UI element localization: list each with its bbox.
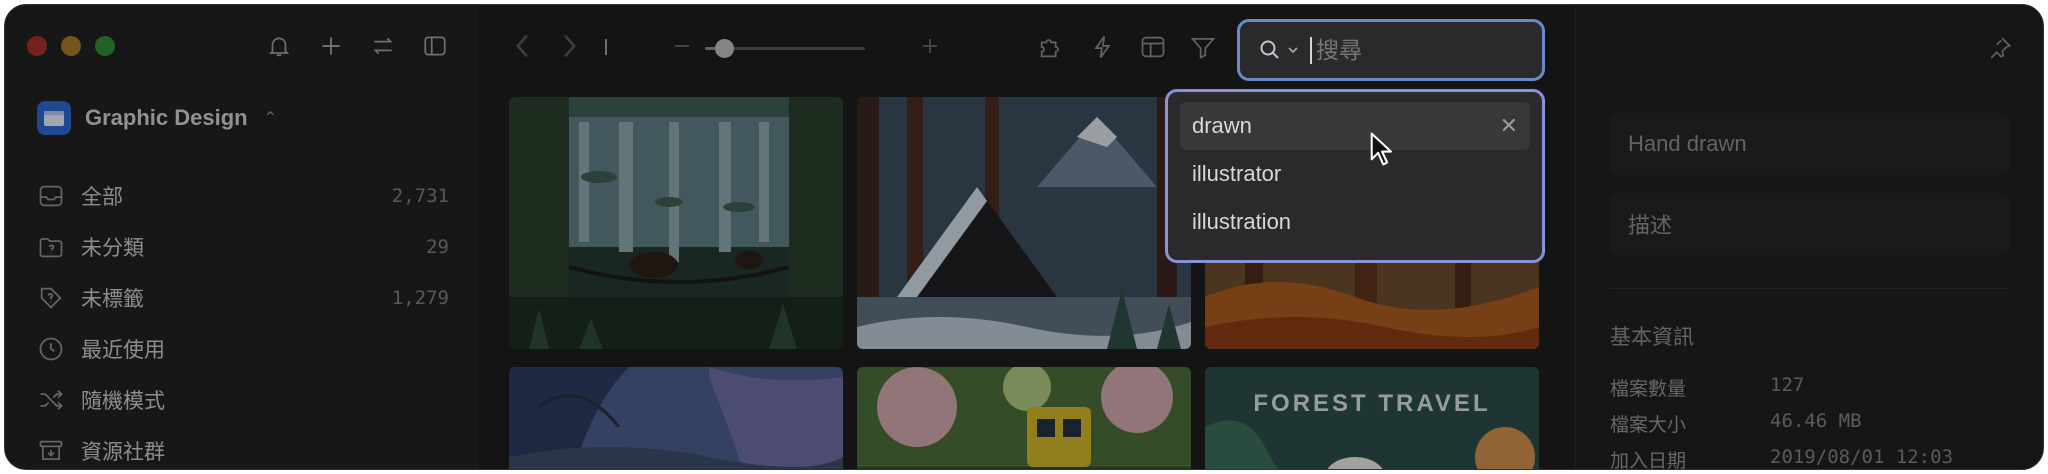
sidebar: Graphic Design ⌃ 全部 2,731 未分類 29 未標籤 1,2… [5, 5, 477, 469]
thumbnail-forest-travel[interactable]: FOREST TRAVEL [1205, 367, 1539, 469]
inspector-divider [1610, 288, 2010, 289]
close-icon[interactable]: ✕ [1500, 113, 1518, 139]
archive-download-icon [37, 437, 69, 465]
thumbnail-waterfall[interactable] [509, 97, 843, 349]
tray-icon [37, 182, 69, 210]
zoom-in-icon[interactable] [921, 37, 939, 55]
info-value: 46.46 MB [1770, 410, 1862, 432]
back-arrow-icon[interactable] [513, 33, 533, 59]
info-key: 加入日期 [1610, 451, 1687, 470]
info-value: 127 [1770, 374, 1805, 396]
filter-icon[interactable] [1189, 33, 1217, 61]
sidebar-item-community[interactable]: 資源社群 [37, 425, 449, 469]
info-key: 檔案大小 [1610, 415, 1687, 436]
chevron-down-icon[interactable] [1286, 43, 1300, 57]
search-suggestions: drawn ✕ illustrator illustration [1165, 89, 1545, 263]
bolt-icon[interactable] [1089, 33, 1117, 61]
layout-icon[interactable] [1139, 33, 1167, 61]
sidebar-item-all[interactable]: 全部 2,731 [37, 170, 449, 221]
library-name: Graphic Design [85, 105, 248, 130]
search-input[interactable] [1310, 36, 1510, 64]
clock-icon [37, 335, 69, 363]
puzzle-icon[interactable] [1037, 33, 1065, 61]
app-window: Graphic Design ⌃ 全部 2,731 未分類 29 未標籤 1,2… [4, 4, 2044, 470]
info-row-file-size: 檔案大小 46.46 MB [1610, 410, 1862, 437]
minimize-window-button[interactable] [61, 36, 81, 56]
library-switcher[interactable]: Graphic Design ⌃ [37, 101, 277, 135]
name-field[interactable]: Hand drawn [1610, 113, 2010, 175]
pin-icon[interactable] [1987, 35, 2013, 66]
sidebar-item-label: 資源社群 [81, 440, 165, 464]
close-window-button[interactable] [27, 36, 47, 56]
mouse-pointer-icon [1369, 131, 1395, 172]
suggestion-item[interactable]: drawn ✕ [1180, 102, 1530, 150]
sidebar-item-random[interactable]: 隨機模式 [37, 374, 449, 425]
info-key: 檔案數量 [1610, 379, 1687, 400]
folder-question-icon [37, 233, 69, 261]
sidebar-item-label: 全部 [81, 185, 123, 209]
suggestion-label: illustration [1192, 209, 1292, 234]
plus-icon[interactable] [318, 33, 344, 59]
bell-icon[interactable] [266, 33, 292, 59]
info-row-date-added: 加入日期 2019/08/01 12:03 [1610, 446, 1954, 470]
suggestion-label: illustrator [1192, 161, 1282, 186]
suggestion-label: drawn [1192, 113, 1252, 138]
info-row-file-count: 檔案數量 127 [1610, 374, 1804, 401]
thumbnail-caption: FOREST TRAVEL [1253, 390, 1490, 417]
search-icon[interactable] [1258, 38, 1282, 62]
zoom-slider[interactable] [705, 39, 865, 58]
sidebar-item-count: 2,731 [391, 184, 449, 207]
library-icon [37, 101, 71, 135]
path-divider-icon [605, 39, 609, 55]
tag-question-icon [37, 284, 69, 312]
thumbnail-blossom-train[interactable] [857, 367, 1191, 469]
sidebar-item-count: 1,279 [391, 286, 449, 309]
zoom-out-icon[interactable] [673, 37, 691, 55]
sidebar-toggle-icon[interactable] [422, 33, 448, 59]
sidebar-toolbar [266, 33, 448, 59]
search-box[interactable] [1237, 19, 1545, 81]
suggestion-item[interactable]: illustration [1180, 198, 1530, 246]
suggestion-item[interactable]: illustrator [1180, 150, 1530, 198]
description-field[interactable]: 描述 [1610, 193, 2010, 255]
inspector-panel: Hand drawn 描述 基本資訊 檔案數量 127 檔案大小 46.46 M… [1575, 5, 2043, 470]
forward-arrow-icon[interactable] [559, 33, 579, 59]
shuffle-icon [37, 386, 69, 414]
window-controls [27, 36, 115, 56]
sidebar-item-label: 隨機模式 [81, 389, 165, 413]
swap-icon[interactable] [370, 33, 396, 59]
sidebar-item-label: 最近使用 [81, 338, 165, 362]
thumbnail-blue-landscape[interactable] [509, 367, 843, 469]
sidebar-item-label: 未分類 [81, 236, 144, 260]
info-value: 2019/08/01 12:03 [1770, 446, 1954, 468]
sidebar-nav: 全部 2,731 未分類 29 未標籤 1,279 最近使用 隨機模式 資源社群 [37, 170, 449, 469]
zoom-slider-handle[interactable] [715, 39, 735, 58]
thumbnail-snow-cabin[interactable] [857, 97, 1191, 349]
zoom-window-button[interactable] [95, 36, 115, 56]
sidebar-item-recent[interactable]: 最近使用 [37, 323, 449, 374]
sidebar-item-untagged[interactable]: 未標籤 1,279 [37, 272, 449, 323]
sidebar-item-uncategorized[interactable]: 未分類 29 [37, 221, 449, 272]
basic-info-heading: 基本資訊 [1610, 326, 1694, 349]
chevron-updown-icon: ⌃ [263, 110, 277, 127]
sidebar-item-label: 未標籤 [81, 287, 144, 311]
sidebar-item-count: 29 [426, 235, 449, 258]
